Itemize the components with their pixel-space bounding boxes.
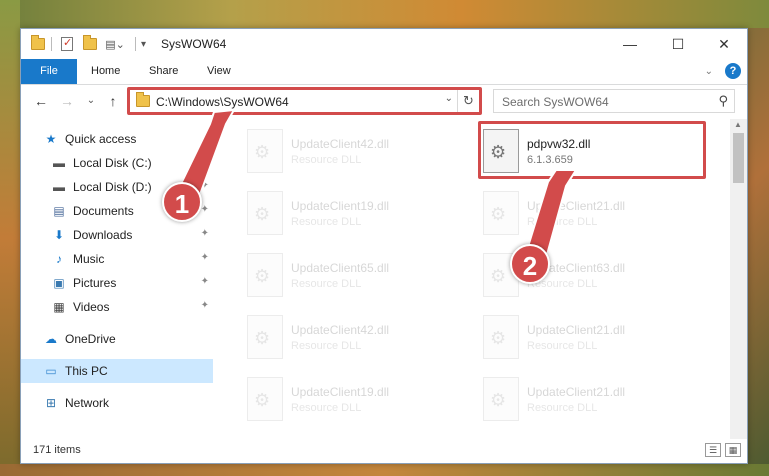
callout-arrows bbox=[176, 108, 578, 264]
callout-1: 1 bbox=[162, 182, 202, 222]
callout-2: 2 bbox=[510, 244, 550, 284]
